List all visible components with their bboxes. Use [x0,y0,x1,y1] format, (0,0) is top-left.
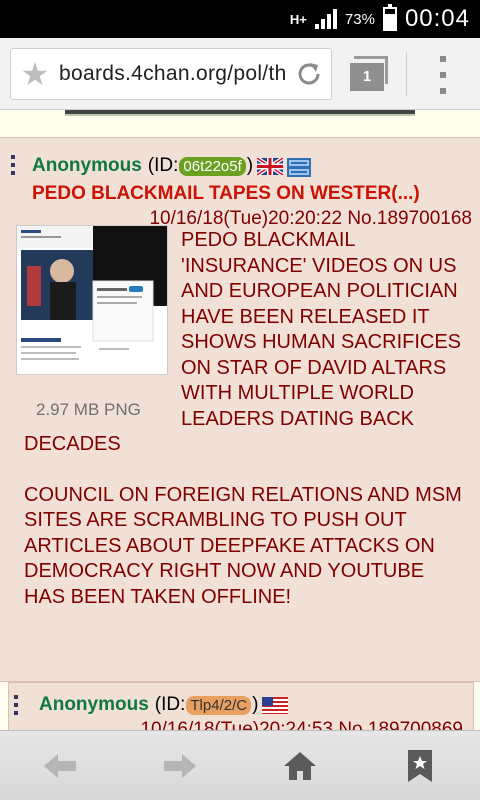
post-menu-icon[interactable] [11,155,15,175]
id-suffix: ) [246,155,254,176]
home-icon[interactable] [270,741,330,791]
poster-name: Anonymous [39,694,149,715]
post-header: Anonymous (ID: 06t22o5f ) [32,155,313,177]
bookmark-icon[interactable] [390,741,450,791]
toolbar-divider [406,52,407,96]
clock: 00:04 [404,5,470,32]
forward-arrow-icon[interactable] [150,741,210,791]
us-flag-icon [262,696,289,714]
post-menu-icon[interactable] [14,695,18,715]
id-suffix: ) [252,694,259,715]
page-content: Anonymous (ID: 06t22o5f ) PEDO BLACKMAIL… [0,110,480,730]
back-arrow-icon[interactable] [30,741,90,791]
id-prefix: (ID: [147,155,179,176]
id-prefix: (ID: [154,694,186,715]
post-datetime[interactable]: 10/16/18(Tue)20:24:53 No.189700869 [140,719,463,730]
post: Anonymous (ID: Tlp4/2/C ) 10/16/18(Tue)2… [8,682,474,730]
banner-image [65,110,415,116]
status-bar: H+ 73% 00:04 [0,0,480,38]
battery-icon [382,4,397,31]
poster-id[interactable]: 06t22o5f [179,156,246,176]
uk-flag-icon [256,155,285,177]
tabs-icon[interactable]: 1 [346,56,390,96]
network-type-icon: H+ [289,11,307,27]
reload-icon[interactable] [287,59,331,89]
blue-flag-icon [287,157,313,177]
post-body: PEDO BLACKMAIL 'INSURANCE' VIDEOS ON US … [24,228,464,610]
overflow-menu-icon[interactable] [440,56,448,94]
post-body-paragraph: COUNCIL ON FOREIGN RELATIONS AND MSM SIT… [24,483,462,608]
post-header: Anonymous (ID: Tlp4/2/C ) [39,694,289,716]
url-text[interactable]: boards.4chan.org/pol/th [59,62,287,86]
star-icon[interactable]: ★ [11,55,59,93]
browser-toolbar: ★ boards.4chan.org/pol/th 1 [0,38,480,110]
signal-icon [314,9,337,29]
tab-count: 1 [350,63,384,91]
url-box[interactable]: ★ boards.4chan.org/pol/th [10,48,332,100]
post-datetime[interactable]: 10/16/18(Tue)20:20:22 No.189700168 [149,208,472,230]
battery-percent: 73% [344,10,375,28]
bottom-nav [0,730,480,800]
post-subject: PEDO BLACKMAIL TAPES ON WESTER(...) [32,183,420,204]
post: Anonymous (ID: 06t22o5f ) PEDO BLACKMAIL… [0,137,480,682]
poster-id[interactable]: Tlp4/2/C [186,695,252,715]
poster-name: Anonymous [32,155,142,176]
